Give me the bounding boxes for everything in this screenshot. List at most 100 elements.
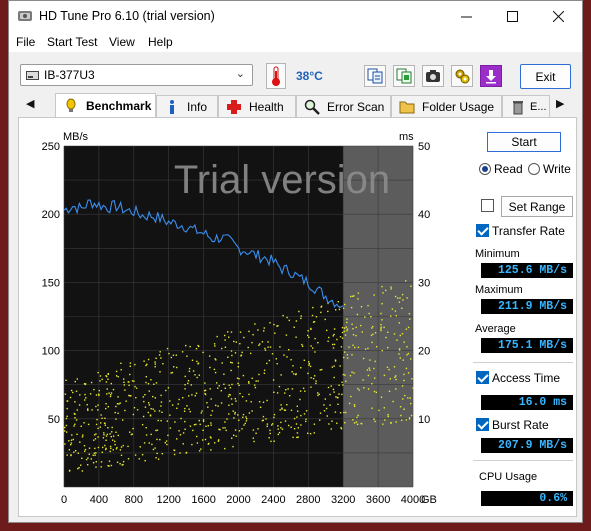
- menu-view[interactable]: View: [109, 35, 135, 49]
- tab-folder-usage[interactable]: Folder Usage: [391, 95, 502, 117]
- access-time-point: [109, 450, 111, 453]
- transfer-rate-checkbox[interactable]: [476, 224, 489, 237]
- access-time-point: [105, 447, 107, 450]
- access-time-point: [70, 389, 73, 392]
- access-time-point: [329, 393, 331, 396]
- access-time-point: [296, 436, 298, 439]
- access-time-point: [333, 391, 335, 393]
- access-time-point: [81, 436, 84, 438]
- access-time-point: [310, 377, 312, 379]
- access-time-point: [241, 396, 244, 398]
- access-time-point: [251, 410, 253, 412]
- access-time-point: [202, 351, 204, 354]
- access-time-point: [230, 331, 233, 333]
- access-time-point: [399, 357, 401, 359]
- access-time-point: [399, 334, 401, 337]
- tab-benchmark[interactable]: Benchmark: [55, 93, 156, 117]
- copy-text-button[interactable]: [364, 65, 386, 87]
- access-time-point: [326, 415, 328, 417]
- close-button[interactable]: [535, 1, 581, 32]
- access-time-point: [108, 392, 110, 394]
- burst-rate-checkbox[interactable]: [476, 418, 489, 431]
- access-time-point: [395, 315, 397, 317]
- access-time-point: [106, 393, 108, 395]
- access-time-point: [107, 406, 109, 408]
- camera-button[interactable]: [422, 65, 444, 87]
- access-time-point: [284, 420, 287, 422]
- access-time-point: [313, 432, 315, 434]
- access-time-checkbox[interactable]: [476, 371, 489, 384]
- tab-scroll-right-icon[interactable]: ▶: [556, 97, 564, 110]
- access-time-point: [368, 367, 370, 369]
- tab-health[interactable]: Health: [218, 95, 296, 117]
- menu-help[interactable]: Help: [148, 35, 173, 49]
- access-time-point: [289, 395, 291, 397]
- access-time-point: [198, 345, 200, 348]
- access-time-point: [145, 381, 147, 384]
- set-range-button[interactable]: Set Range: [501, 196, 573, 217]
- access-time-point: [395, 421, 397, 423]
- access-time-point: [65, 424, 68, 427]
- minimize-icon: [460, 16, 472, 18]
- access-time-point: [234, 413, 236, 415]
- access-time-point: [70, 439, 73, 441]
- access-time-point: [252, 429, 255, 431]
- access-time-point: [376, 346, 378, 348]
- access-time-point: [134, 454, 137, 456]
- access-time-point: [238, 430, 241, 432]
- access-time-point: [224, 339, 226, 341]
- access-time-point: [191, 359, 194, 361]
- access-time-point: [346, 330, 348, 332]
- access-time-point: [258, 344, 260, 346]
- menu-file[interactable]: File: [16, 35, 35, 49]
- download-button[interactable]: [480, 65, 502, 87]
- access-time-point: [80, 425, 82, 427]
- access-time-point: [135, 397, 137, 399]
- access-time-point: [95, 405, 97, 408]
- menu-start-test[interactable]: Start Test: [47, 35, 97, 49]
- access-time-point: [173, 366, 175, 368]
- settings-button[interactable]: [451, 65, 473, 87]
- access-time-point: [129, 365, 131, 367]
- access-time-point: [178, 398, 180, 401]
- start-button[interactable]: Start: [487, 132, 561, 152]
- access-time-point: [240, 354, 243, 356]
- access-time-point: [405, 328, 408, 330]
- drive-select[interactable]: IB-377U3 ⌄: [20, 64, 253, 86]
- access-time-point: [307, 432, 309, 434]
- minimize-button[interactable]: [443, 1, 489, 32]
- maximize-button[interactable]: [489, 1, 535, 32]
- access-time-point: [301, 343, 303, 346]
- access-time-point: [298, 310, 300, 313]
- access-time-point: [132, 427, 134, 430]
- access-time-point: [201, 410, 203, 412]
- access-time-point: [102, 437, 105, 439]
- access-time-point: [166, 420, 168, 422]
- tab-erase[interactable]: E...: [502, 95, 550, 117]
- access-time-point: [66, 400, 68, 402]
- access-time-point: [179, 452, 181, 454]
- copy-screenshot-button[interactable]: [393, 65, 415, 87]
- access-time-point: [108, 465, 110, 467]
- access-time-point: [390, 315, 392, 317]
- tab-info[interactable]: Info: [156, 95, 218, 117]
- access-time-point: [266, 399, 268, 402]
- access-time-point: [407, 397, 409, 399]
- access-time-point: [216, 335, 218, 338]
- write-radio[interactable]: [528, 163, 540, 175]
- read-radio[interactable]: [479, 163, 491, 175]
- title-bar[interactable]: HD Tune Pro 6.10 (trial version): [9, 1, 582, 32]
- access-time-point: [87, 457, 89, 459]
- access-time-point: [161, 453, 163, 455]
- benchmark-panel: Trial version MB/s ms 0 400 800 1200 1600 200…: [18, 117, 577, 517]
- range-checkbox[interactable]: [481, 199, 494, 212]
- access-time-point: [184, 375, 186, 378]
- tab-scroll-left-icon[interactable]: ◀: [26, 97, 34, 110]
- access-time-point: [148, 404, 151, 406]
- access-time-point: [238, 384, 240, 386]
- access-time-point: [332, 343, 334, 346]
- minimum-value: 125.6 MB/s: [481, 263, 573, 278]
- exit-button[interactable]: Exit: [520, 64, 571, 89]
- tab-error-scan[interactable]: Error Scan: [296, 95, 391, 117]
- access-time-point: [85, 397, 87, 399]
